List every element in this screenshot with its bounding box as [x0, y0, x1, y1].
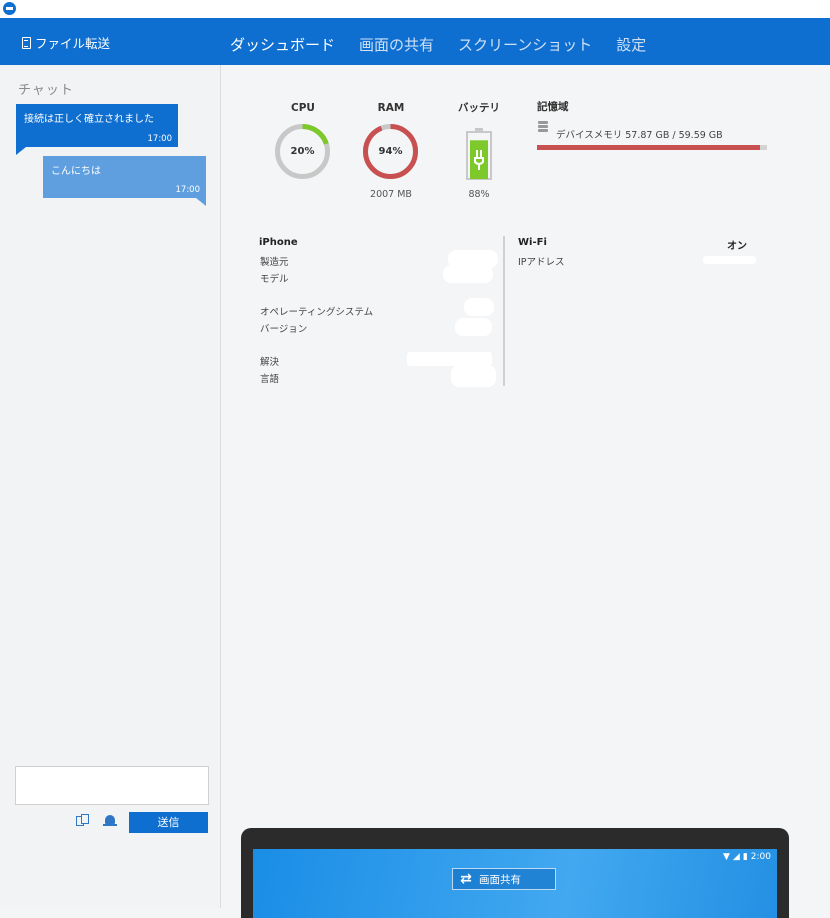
file-transfer-button[interactable]: ファイル転送	[22, 33, 110, 52]
language-label: 言語	[260, 374, 280, 385]
device-preview: ▼ ◢ ▮ 2:00 ⇄ 画面共有	[241, 828, 789, 918]
chat-input[interactable]	[15, 766, 209, 805]
chat-message-text: こんにちは	[51, 166, 101, 177]
redacted-value	[703, 256, 756, 264]
version-label: バージョン	[260, 324, 308, 335]
redacted-value	[407, 352, 492, 366]
ram-percent: 94%	[378, 146, 403, 157]
database-icon	[538, 121, 548, 132]
storage-bar-fill	[537, 145, 761, 150]
device-info-title: iPhone	[259, 237, 298, 248]
redacted-value	[443, 265, 493, 283]
screen-share-label: 画面共有	[479, 873, 521, 886]
redacted-value	[464, 298, 494, 316]
teamviewer-logo-icon	[3, 2, 16, 15]
storage-bar	[537, 145, 767, 150]
swap-arrows-icon: ⇄	[460, 871, 472, 887]
chat-message: 接続は正しく確立されました 17:00	[16, 104, 178, 155]
file-transfer-label: ファイル転送	[35, 36, 111, 51]
top-navigation-bar: ファイル転送 ダッシュボード 画面の共有 スクリーンショット 設定	[0, 18, 830, 65]
tab-dashboard[interactable]: ダッシュボード	[230, 18, 347, 65]
file-icon	[22, 36, 31, 49]
storage-name: デバイスメモリ	[556, 130, 623, 141]
window-titlebar	[0, 0, 830, 18]
screen-share-button[interactable]: ⇄ 画面共有	[452, 868, 556, 890]
tab-screen-sharing[interactable]: 画面の共有	[347, 18, 446, 65]
main-tabs: ダッシュボード 画面の共有 スクリーンショット 設定	[230, 18, 658, 65]
cpu-percent: 20%	[290, 146, 315, 157]
ip-address-label: IPアドレス	[518, 257, 565, 268]
manufacturer-label: 製造元	[260, 257, 289, 268]
resolution-label: 解決	[260, 357, 280, 368]
cpu-label: CPU	[291, 102, 315, 114]
redacted-value	[455, 318, 492, 336]
copy-files-icon[interactable]	[76, 814, 90, 827]
redacted-value	[451, 365, 496, 387]
device-clock: 2:00	[750, 852, 771, 862]
battery-label: バッテリ	[458, 102, 500, 114]
battery-status-icon: ▮	[742, 852, 748, 862]
storage-value: 57.87 GB / 59.59 GB	[625, 130, 723, 141]
send-button[interactable]: 送信	[129, 812, 208, 833]
wifi-signal-icon: ▼	[722, 852, 730, 862]
chat-message-time: 17:00	[175, 185, 201, 195]
chat-title: チャット	[18, 83, 74, 98]
wifi-status: オン	[727, 241, 747, 252]
chat-message: こんにちは 17:00	[43, 156, 206, 206]
battery-percent: 88%	[468, 189, 490, 200]
model-label: モデル	[260, 274, 289, 285]
cell-signal-icon: ◢	[732, 852, 740, 862]
storage-text: デバイスメモリ 57.87 GB / 59.59 GB	[556, 127, 723, 141]
os-label: オペレーティングシステム	[260, 307, 374, 318]
tab-settings[interactable]: 設定	[604, 18, 658, 65]
chat-message-time: 17:00	[147, 134, 173, 144]
alert-bell-icon[interactable]	[103, 813, 117, 827]
column-divider	[503, 236, 505, 386]
tab-screenshot[interactable]: スクリーンショット	[446, 18, 604, 65]
battery-icon	[466, 128, 492, 180]
ram-label: RAM	[377, 102, 405, 114]
battery-level-fill	[470, 140, 488, 179]
ram-amount: 2007 MB	[370, 189, 412, 200]
chat-message-text: 接続は正しく確立されました	[24, 114, 154, 125]
storage-title: 記憶域	[537, 101, 569, 113]
device-status-bar: ▼ ◢ ▮ 2:00	[723, 852, 771, 862]
wifi-title: Wi-Fi	[518, 237, 547, 248]
